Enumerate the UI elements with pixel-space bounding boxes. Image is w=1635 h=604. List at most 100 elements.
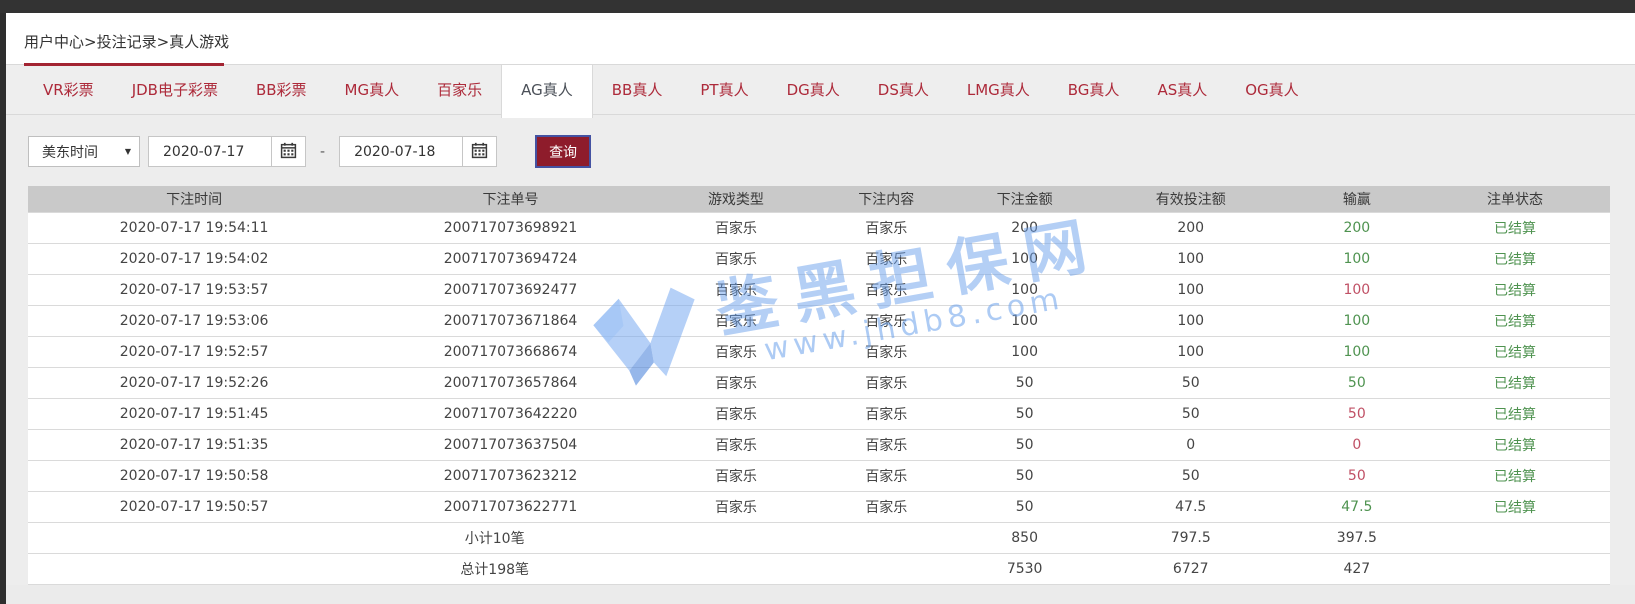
game-type-cell: 百家乐 (661, 491, 811, 522)
valid-amount-cell: 100 (1088, 274, 1294, 305)
bet-content-cell: 百家乐 (811, 460, 961, 491)
game-type-cell: 百家乐 (661, 212, 811, 243)
table-row: 2020-07-17 19:54:02200717073694724百家乐百家乐… (28, 243, 1610, 274)
tab-mg-live[interactable]: MG真人 (326, 65, 419, 114)
bet-content-cell: 百家乐 (811, 305, 961, 336)
records-table-wrap: 下注时间下注单号游戏类型下注内容下注金额有效投注额输赢注单状态 2020-07-… (6, 186, 1635, 585)
table-row: 2020-07-17 19:53:06200717073671864百家乐百家乐… (28, 305, 1610, 336)
game-type-cell: 百家乐 (661, 336, 811, 367)
bet-amount-cell: 50 (961, 429, 1088, 460)
bet-time-cell: 2020-07-17 19:53:57 (28, 274, 360, 305)
date-from-group (148, 136, 306, 167)
column-header: 下注金额 (961, 186, 1088, 212)
subtotal-status-empty (1420, 522, 1610, 553)
tab-as-live[interactable]: AS真人 (1138, 65, 1226, 114)
tab-dg-live[interactable]: DG真人 (768, 65, 859, 114)
order-number-cell: 200717073637504 (360, 429, 661, 460)
bet-amount-cell: 50 (961, 398, 1088, 429)
status-cell: 已结算 (1420, 274, 1610, 305)
game-type-cell: 百家乐 (661, 398, 811, 429)
total-winloss: 427 (1294, 553, 1421, 584)
tab-lmg-live[interactable]: LMG真人 (948, 65, 1049, 114)
table-row: 2020-07-17 19:50:57200717073622771百家乐百家乐… (28, 491, 1610, 522)
order-number-cell: 200717073694724 (360, 243, 661, 274)
valid-amount-cell: 100 (1088, 243, 1294, 274)
table-row: 2020-07-17 19:54:11200717073698921百家乐百家乐… (28, 212, 1610, 243)
status-cell: 已结算 (1420, 429, 1610, 460)
game-type-cell: 百家乐 (661, 460, 811, 491)
bet-content-cell: 百家乐 (811, 212, 961, 243)
date-to-input[interactable] (339, 136, 463, 167)
bet-content-cell: 百家乐 (811, 491, 961, 522)
date-to-group (339, 136, 497, 167)
tab-bb-live[interactable]: BB真人 (593, 65, 682, 114)
total-valid-amount: 6727 (1088, 553, 1294, 584)
winloss-cell: 47.5 (1294, 491, 1421, 522)
column-header: 游戏类型 (661, 186, 811, 212)
content-card: 用户中心>投注记录>真人游戏 VR彩票JDB电子彩票BB彩票MG真人百家乐AG真… (6, 13, 1635, 585)
order-number-cell: 200717073623212 (360, 460, 661, 491)
status-cell: 已结算 (1420, 398, 1610, 429)
status-cell: 已结算 (1420, 460, 1610, 491)
subtotal-winloss: 397.5 (1294, 522, 1421, 553)
table-row: 2020-07-17 19:50:58200717073623212百家乐百家乐… (28, 460, 1610, 491)
game-type-cell: 百家乐 (661, 367, 811, 398)
column-header: 有效投注额 (1088, 186, 1294, 212)
breadcrumb: 用户中心>投注记录>真人游戏 (24, 31, 1635, 52)
valid-amount-cell: 100 (1088, 336, 1294, 367)
bet-amount-cell: 100 (961, 305, 1088, 336)
total-status-empty (1420, 553, 1610, 584)
tab-og-live[interactable]: OG真人 (1226, 65, 1317, 114)
game-type-cell: 百家乐 (661, 243, 811, 274)
total-row: 总计198笔 7530 6727 427 (28, 553, 1610, 584)
order-number-cell: 200717073698921 (360, 212, 661, 243)
bet-amount-cell: 100 (961, 336, 1088, 367)
subtotal-label: 小计10笔 (28, 522, 961, 553)
subtotal-row: 小计10笔 850 797.5 397.5 (28, 522, 1610, 553)
status-cell: 已结算 (1420, 491, 1610, 522)
tab-pt-live[interactable]: PT真人 (681, 65, 767, 114)
bet-content-cell: 百家乐 (811, 398, 961, 429)
query-button[interactable]: 查询 (535, 135, 591, 168)
header-row: 下注时间下注单号游戏类型下注内容下注金额有效投注额输赢注单状态 (28, 186, 1610, 212)
tab-vr-lottery[interactable]: VR彩票 (24, 65, 113, 114)
table-row: 2020-07-17 19:53:57200717073692477百家乐百家乐… (28, 274, 1610, 305)
subtotal-amount: 850 (961, 522, 1088, 553)
bet-content-cell: 百家乐 (811, 336, 961, 367)
bet-amount-cell: 100 (961, 274, 1088, 305)
winloss-cell: 50 (1294, 367, 1421, 398)
tab-bg-live[interactable]: BG真人 (1049, 65, 1139, 114)
bet-content-cell: 百家乐 (811, 274, 961, 305)
tab-ag-live[interactable]: AG真人 (501, 65, 593, 118)
order-number-cell: 200717073642220 (360, 398, 661, 429)
table-row: 2020-07-17 19:51:35200717073637504百家乐百家乐… (28, 429, 1610, 460)
bet-time-cell: 2020-07-17 19:52:26 (28, 367, 360, 398)
column-header: 输赢 (1294, 186, 1421, 212)
date-from-input[interactable] (148, 136, 272, 167)
tab-baccarat[interactable]: 百家乐 (418, 65, 501, 114)
game-type-cell: 百家乐 (661, 305, 811, 336)
winloss-cell: 50 (1294, 460, 1421, 491)
date-to-calendar-button[interactable] (463, 136, 497, 167)
game-type-cell: 百家乐 (661, 429, 811, 460)
timezone-select[interactable]: 美东时间 ▼ (28, 136, 140, 167)
tab-ds-live[interactable]: DS真人 (859, 65, 948, 114)
tab-bb-lottery[interactable]: BB彩票 (237, 65, 326, 114)
winloss-cell: 100 (1294, 243, 1421, 274)
winloss-cell: 100 (1294, 305, 1421, 336)
valid-amount-cell: 0 (1088, 429, 1294, 460)
column-header: 注单状态 (1420, 186, 1610, 212)
bet-amount-cell: 200 (961, 212, 1088, 243)
total-label: 总计198笔 (28, 553, 961, 584)
tab-jdb-lottery[interactable]: JDB电子彩票 (113, 65, 237, 114)
valid-amount-cell: 50 (1088, 460, 1294, 491)
table-row: 2020-07-17 19:52:57200717073668674百家乐百家乐… (28, 336, 1610, 367)
status-cell: 已结算 (1420, 336, 1610, 367)
bet-amount-cell: 100 (961, 243, 1088, 274)
chevron-down-icon: ▼ (125, 147, 131, 156)
valid-amount-cell: 100 (1088, 305, 1294, 336)
calendar-icon (280, 142, 297, 162)
date-from-calendar-button[interactable] (272, 136, 306, 167)
bet-time-cell: 2020-07-17 19:52:57 (28, 336, 360, 367)
total-amount: 7530 (961, 553, 1088, 584)
